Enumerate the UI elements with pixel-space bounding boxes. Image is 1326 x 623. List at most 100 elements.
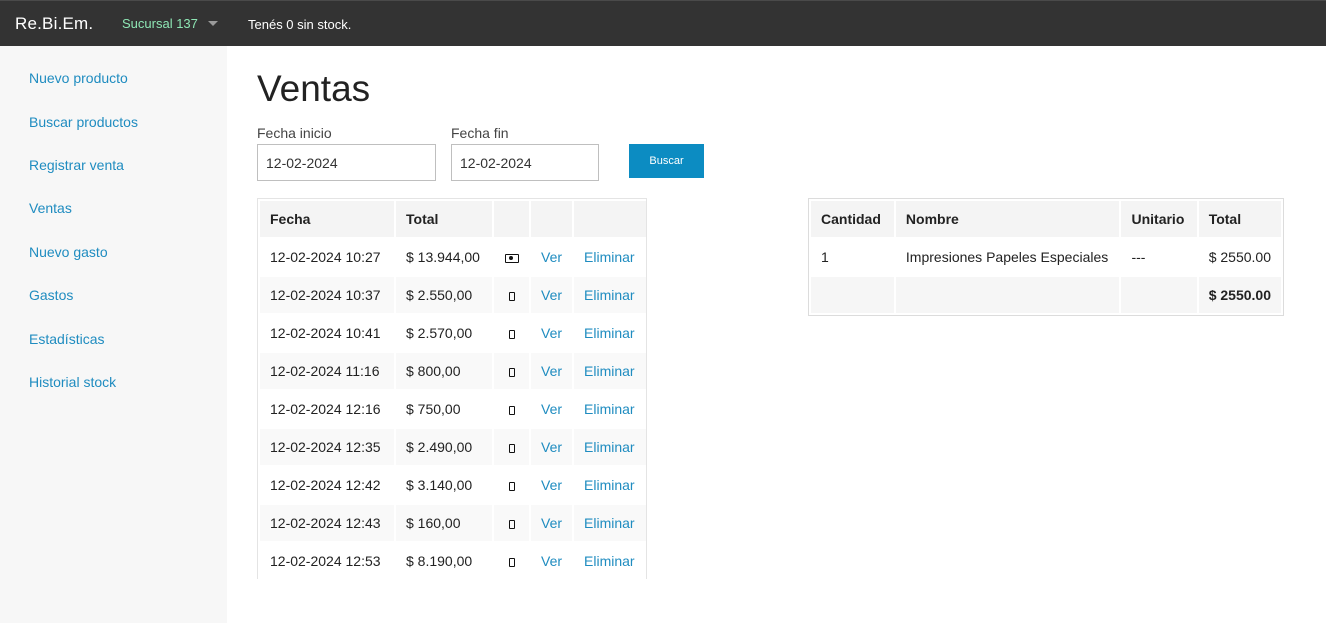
detail-grand-total: $ 2550.00 xyxy=(1198,277,1281,313)
column-header-fecha: Fecha xyxy=(260,201,394,237)
column-header-view xyxy=(531,201,573,237)
sale-total: $ 750,00 xyxy=(406,401,461,417)
sidebar-item-buscar-productos[interactable]: Buscar productos xyxy=(29,114,138,130)
detail-quantity: 1 xyxy=(821,249,829,265)
payment-method-cell xyxy=(494,467,529,503)
view-sale-link[interactable]: Ver xyxy=(531,429,573,465)
detail-table-header: Cantidad Nombre Unitario Total xyxy=(811,201,1281,237)
caret-down-icon xyxy=(207,21,218,26)
sale-row: 12-02-2024 12:16 $ 750,00 Ver Eliminar xyxy=(260,391,646,427)
payment-method-cell xyxy=(494,315,529,351)
mobile-phone-icon xyxy=(508,291,515,301)
sale-total: $ 160,00 xyxy=(396,505,492,541)
column-header-total: Total xyxy=(396,201,492,237)
sale-row: 12-02-2024 12:42 $ 3.140,00 Ver Eliminar xyxy=(260,467,646,503)
sidebar-item-historial-stock[interactable]: Historial stock xyxy=(29,374,116,390)
detail-total-row: $ 2550.00 xyxy=(811,277,1281,313)
delete-sale-link[interactable]: Eliminar xyxy=(574,505,646,541)
stock-status-text: Tenés 0 sin stock. xyxy=(248,17,352,32)
mobile-phone-icon xyxy=(508,481,515,491)
sale-detail-container: Cantidad Nombre Unitario Total 1 Impresi… xyxy=(808,198,1284,316)
payment-method-cell xyxy=(494,391,529,427)
mobile-phone-icon xyxy=(508,519,515,529)
mobile-phone-icon xyxy=(508,329,515,339)
mobile-phone-icon xyxy=(508,367,515,377)
view-sale-link[interactable]: Ver xyxy=(531,467,572,503)
column-header-cantidad: Cantidad xyxy=(811,201,894,237)
mobile-phone-icon xyxy=(508,443,515,453)
sidebar: Nuevo producto Buscar productos Registra… xyxy=(0,46,227,623)
payment-method-cell xyxy=(494,277,529,313)
sale-date: 12-02-2024 12:43 xyxy=(260,505,394,541)
view-sale-link[interactable]: Ver xyxy=(531,353,573,389)
sale-total: $ 2.490,00 xyxy=(396,429,492,465)
sale-row: 12-02-2024 10:37 $ 2.550,00 Ver Eliminar xyxy=(260,277,646,313)
sidebar-item-nuevo-gasto[interactable]: Nuevo gasto xyxy=(29,244,108,260)
mobile-phone-icon xyxy=(508,405,515,415)
end-date-input[interactable] xyxy=(451,144,599,181)
total-row-spacer xyxy=(1121,277,1197,313)
sale-date: 12-02-2024 11:16 xyxy=(260,353,394,389)
detail-product-name: Impresiones Papeles Especiales xyxy=(905,249,1109,265)
payment-method-cell xyxy=(494,543,529,579)
view-sale-link[interactable]: Ver xyxy=(531,277,573,313)
sale-row: 12-02-2024 11:16 $ 800,00 Ver Eliminar xyxy=(260,353,646,389)
sale-date: 12-02-2024 12:35 xyxy=(260,429,394,465)
sidebar-item-gastos[interactable]: Gastos xyxy=(29,287,73,303)
view-sale-link[interactable]: Ver xyxy=(531,543,572,579)
sales-table: Fecha Total 12-02-2024 10:27 $ 13.944,00 V… xyxy=(258,199,646,579)
end-date-label: Fecha fin xyxy=(451,125,509,141)
sale-date: 12-02-2024 12:16 xyxy=(270,401,381,417)
sidebar-item-nuevo-producto[interactable]: Nuevo producto xyxy=(29,70,128,86)
detail-unit-price: --- xyxy=(1131,249,1146,265)
cash-icon xyxy=(504,253,519,263)
payment-method-cell xyxy=(494,505,529,541)
delete-sale-link[interactable]: Eliminar xyxy=(574,429,646,465)
payment-method-cell xyxy=(494,429,529,465)
sale-date: 12-02-2024 12:42 xyxy=(270,477,381,493)
sale-total: $ 2.550,00 xyxy=(396,277,492,313)
top-navbar: Re.Bi.Em. Sucursal 137 Tenés 0 sin stock… xyxy=(0,0,1326,46)
sales-table-header: Fecha Total xyxy=(260,201,646,237)
detail-line-total: $ 2550.00 xyxy=(1208,249,1271,265)
delete-sale-link[interactable]: Eliminar xyxy=(574,543,646,579)
sale-total: $ 8.190,00 xyxy=(406,553,473,569)
sidebar-item-estadisticas[interactable]: Estadísticas xyxy=(29,331,104,347)
delete-sale-link[interactable]: Eliminar xyxy=(574,239,646,275)
total-row-spacer xyxy=(895,277,1120,313)
column-header-nombre: Nombre xyxy=(895,201,1120,237)
total-row-spacer xyxy=(811,277,894,313)
column-header-unitario: Unitario xyxy=(1121,201,1197,237)
search-button[interactable]: Buscar xyxy=(629,144,704,178)
sale-total: $ 13.944,00 xyxy=(406,249,480,265)
delete-sale-link[interactable]: Eliminar xyxy=(574,353,646,389)
sale-row: 12-02-2024 12:43 $ 160,00 Ver Eliminar xyxy=(260,505,646,541)
view-sale-link[interactable]: Ver xyxy=(531,391,572,427)
payment-method-cell xyxy=(494,239,529,275)
start-date-label: Fecha inicio xyxy=(257,125,332,141)
sale-row: 12-02-2024 12:53 $ 8.190,00 Ver Eliminar xyxy=(260,543,646,579)
delete-sale-link[interactable]: Eliminar xyxy=(574,315,646,351)
sales-table-container[interactable]: Fecha Total 12-02-2024 10:27 $ 13.944,00 V… xyxy=(257,198,647,579)
page-title: Ventas xyxy=(257,68,371,109)
sale-total: $ 800,00 xyxy=(396,353,492,389)
delete-sale-link[interactable]: Eliminar xyxy=(574,277,646,313)
view-sale-link[interactable]: Ver xyxy=(531,505,573,541)
delete-sale-link[interactable]: Eliminar xyxy=(574,467,646,503)
delete-sale-link[interactable]: Eliminar xyxy=(574,391,646,427)
brand-logo[interactable]: Re.Bi.Em. xyxy=(15,14,93,34)
sale-row: 12-02-2024 10:27 $ 13.944,00 Ver Eliminar xyxy=(260,239,646,275)
branch-dropdown[interactable]: Sucursal 137 xyxy=(122,16,218,31)
view-sale-link[interactable]: Ver xyxy=(531,315,572,351)
column-header-delete xyxy=(574,201,646,237)
sale-date: 12-02-2024 10:41 xyxy=(270,325,381,341)
view-sale-link[interactable]: Ver xyxy=(531,239,572,275)
start-date-input[interactable] xyxy=(257,144,436,181)
sidebar-item-ventas[interactable]: Ventas xyxy=(29,200,72,216)
sale-total: $ 3.140,00 xyxy=(406,477,473,493)
column-header-payment xyxy=(494,201,529,237)
sidebar-item-registrar-venta[interactable]: Registrar venta xyxy=(29,157,124,173)
sale-date: 12-02-2024 10:27 xyxy=(270,249,381,265)
branch-label: Sucursal 137 xyxy=(122,16,198,31)
sale-total: $ 2.570,00 xyxy=(406,325,473,341)
